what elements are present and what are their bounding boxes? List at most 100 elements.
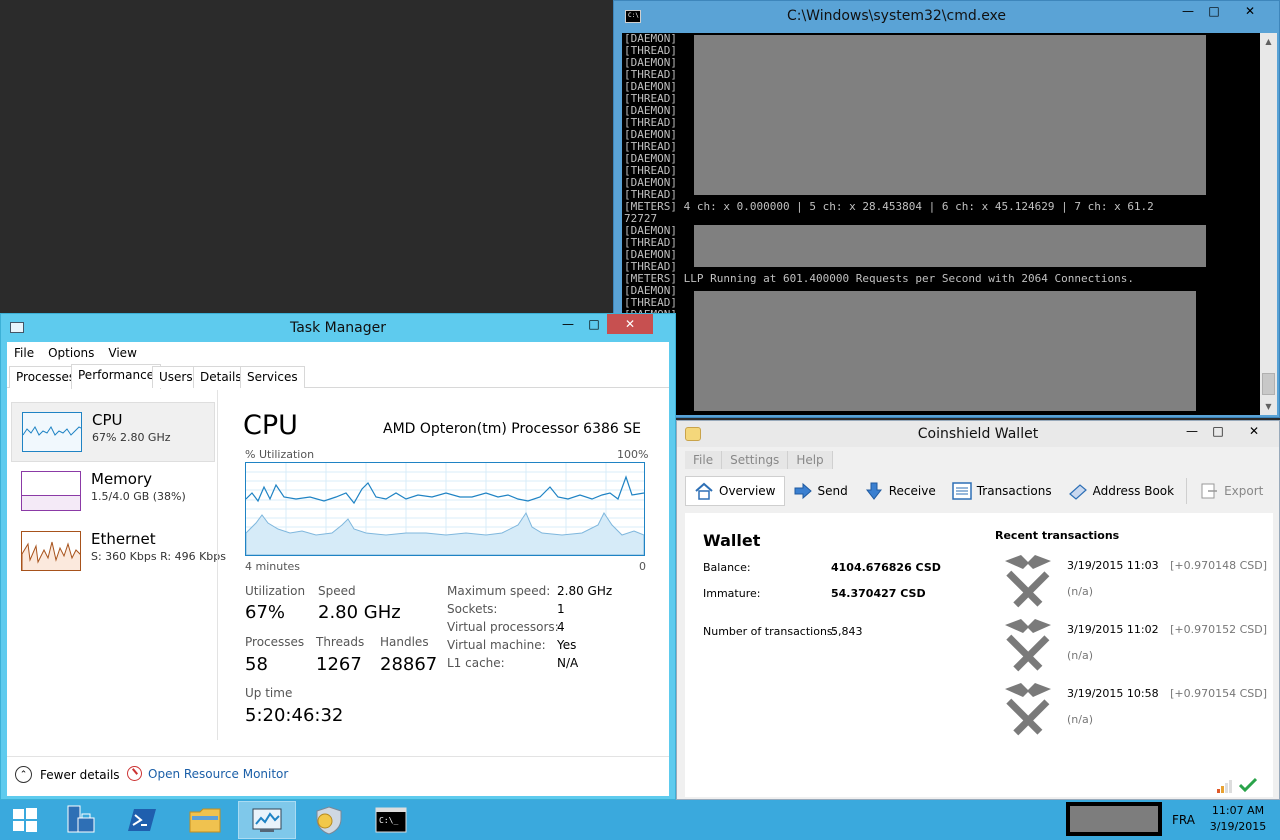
- handles-value: 28867: [380, 654, 438, 675]
- tm-tabs: Processes Performance Users Details Serv…: [7, 364, 669, 389]
- fewer-details-button[interactable]: ⌃ Fewer details: [15, 766, 120, 783]
- list-item[interactable]: 3/19/2015 11:02 [+0.970152 CSD] (n/a): [999, 615, 1271, 677]
- uptime-label: Up time: [245, 686, 293, 700]
- sidebar-item-cpu[interactable]: CPU 67% 2.80 GHz: [11, 402, 215, 462]
- mining-hammers-icon: [1005, 555, 1051, 608]
- transaction-amount: [+0.970148 CSD]: [1170, 559, 1267, 572]
- open-resource-monitor-link[interactable]: Open Resource Monitor: [127, 766, 288, 781]
- taskbar-powershell[interactable]: [114, 801, 172, 839]
- sidebar-item-ethernet[interactable]: Ethernet S: 360 Kbps R: 496 Kbps: [11, 522, 226, 582]
- taskbar-coinshield[interactable]: [300, 801, 358, 839]
- menu-file[interactable]: File: [14, 346, 34, 360]
- wallet-window[interactable]: Coinshield Wallet — □ ✕ File Settings He…: [676, 420, 1280, 800]
- tab-services[interactable]: Services: [240, 366, 305, 388]
- sockets-label: Sockets:: [447, 602, 498, 616]
- scroll-down-arrow-icon[interactable]: ▼: [1260, 398, 1277, 415]
- cmd-window[interactable]: C:\ C:\Windows\system32\cmd.exe — □ ✕ [D…: [613, 0, 1280, 418]
- cpu-model: AMD Opteron(tm) Processor 6386 SE: [383, 421, 641, 437]
- minimize-button[interactable]: —: [1179, 421, 1205, 441]
- recent-transactions-heading: Recent transactions: [995, 529, 1120, 542]
- receive-button[interactable]: Receive: [856, 476, 944, 506]
- scroll-thumb[interactable]: [1262, 373, 1275, 395]
- balance-label: Balance:: [703, 561, 751, 574]
- immature-label: Immature:: [703, 587, 761, 600]
- list-item[interactable]: 3/19/2015 11:03 [+0.970148 CSD] (n/a): [999, 551, 1271, 613]
- task-manager-icon: [252, 808, 282, 832]
- sidebar-ethernet-sub: S: 360 Kbps R: 496 Kbps: [91, 550, 226, 563]
- speed-value: 2.80 GHz: [318, 602, 401, 623]
- toolbar-separator: [1186, 478, 1188, 504]
- maximize-button[interactable]: □: [1201, 1, 1227, 21]
- windows-logo-icon: [13, 808, 37, 832]
- virtual-machine-label: Virtual machine:: [447, 638, 546, 652]
- server-manager-icon: [67, 805, 95, 833]
- menu-file[interactable]: File: [685, 451, 723, 469]
- taskbar-server-manager[interactable]: [52, 801, 110, 839]
- transactions-button[interactable]: Transactions: [944, 476, 1060, 506]
- clock-time: 11:07 AM: [1211, 804, 1265, 817]
- l1-cache-label: L1 cache:: [447, 656, 505, 670]
- menu-view[interactable]: View: [108, 346, 136, 360]
- taskbar-task-manager[interactable]: [238, 801, 296, 839]
- max-speed-label: Maximum speed:: [447, 584, 551, 598]
- transaction-date: 3/19/2015 11:03: [1067, 559, 1159, 572]
- list-icon: [951, 482, 972, 500]
- console-output[interactable]: [DAEMON] [THREAD] [DAEMON] [THREAD] [DAEMON]…: [622, 33, 1262, 415]
- transaction-amount: [+0.970152 CSD]: [1170, 623, 1267, 636]
- cmd-titlebar[interactable]: C:\ C:\Windows\system32\cmd.exe — □ ✕: [614, 1, 1279, 33]
- input-language[interactable]: FRA: [1172, 813, 1195, 827]
- processes-value: 58: [245, 654, 268, 675]
- tm-titlebar[interactable]: Task Manager — □ ✕: [1, 314, 675, 342]
- console-line: 72727: [624, 212, 658, 225]
- cpu-mini-graph: [22, 412, 82, 452]
- task-manager-window[interactable]: Task Manager — □ ✕ File Options View Pro…: [0, 313, 676, 800]
- cmd-title: C:\Windows\system32\cmd.exe: [786, 8, 1007, 24]
- menu-settings[interactable]: Settings: [722, 451, 789, 469]
- wallet-menubar: File Settings Help: [685, 451, 833, 469]
- threads-label: Threads: [316, 635, 365, 649]
- start-button[interactable]: [0, 801, 50, 839]
- address-book-button[interactable]: Address Book: [1060, 476, 1182, 506]
- tm-footer: ⌃ Fewer details Open Resource Monitor: [7, 756, 669, 796]
- menu-help[interactable]: Help: [788, 451, 833, 469]
- send-button[interactable]: Send: [785, 476, 856, 506]
- ethernet-mini-graph: [21, 531, 81, 571]
- console-scrollbar[interactable]: ▲ ▼: [1260, 33, 1277, 415]
- overview-button[interactable]: Overview: [685, 476, 785, 506]
- close-button[interactable]: ✕: [607, 314, 653, 334]
- graph-max-label: 100%: [617, 448, 649, 461]
- threads-value: 1267: [316, 654, 362, 675]
- graph-label: % Utilization: [245, 448, 315, 461]
- sidebar-ethernet-name: Ethernet: [91, 530, 156, 548]
- tm-menubar: File Options View: [7, 342, 669, 364]
- maximize-button[interactable]: □: [1205, 421, 1231, 441]
- wallet-titlebar[interactable]: Coinshield Wallet — □ ✕: [677, 421, 1279, 447]
- menu-options[interactable]: Options: [48, 346, 94, 360]
- wallet-toolbar: Overview Send Receive Transactions Addre…: [685, 473, 1275, 509]
- close-button[interactable]: ✕: [1231, 421, 1277, 441]
- system-clock[interactable]: 11:07 AM 3/19/2015: [1200, 803, 1276, 835]
- cmd-icon: C:\_: [375, 807, 407, 833]
- cpu-utilization-graph: [245, 462, 645, 556]
- export-button[interactable]: Export: [1191, 476, 1271, 506]
- console-line: [METERS] LLP Running at 601.400000 Reque…: [624, 272, 1134, 285]
- sidebar-cpu-sub: 67% 2.80 GHz: [92, 431, 171, 444]
- minimize-button[interactable]: —: [1175, 1, 1201, 21]
- maximize-button[interactable]: □: [581, 314, 607, 334]
- close-button[interactable]: ✕: [1227, 1, 1273, 21]
- num-transactions-value: 5,843: [831, 625, 863, 638]
- sidebar-item-memory[interactable]: Memory 1.5/4.0 GB (38%): [11, 462, 215, 522]
- scroll-up-arrow-icon[interactable]: ▲: [1260, 33, 1277, 50]
- taskbar-cmd[interactable]: C:\_: [362, 801, 420, 839]
- chevron-up-icon: ⌃: [15, 766, 32, 783]
- tab-performance[interactable]: Performance: [71, 364, 162, 389]
- sidebar-cpu-name: CPU: [92, 411, 123, 429]
- minimize-button[interactable]: —: [555, 314, 581, 334]
- taskbar-file-explorer[interactable]: [176, 801, 234, 839]
- num-transactions-label: Number of transactions:: [703, 625, 837, 638]
- immature-value: 54.370427 CSD: [831, 587, 926, 600]
- address-book-icon: [1068, 482, 1088, 500]
- console-line: [METERS] 4 ch: x 0.000000 | 5 ch: x 28.4…: [624, 200, 1154, 213]
- list-item[interactable]: 3/19/2015 10:58 [+0.970154 CSD] (n/a): [999, 679, 1271, 741]
- export-icon: [1199, 482, 1219, 500]
